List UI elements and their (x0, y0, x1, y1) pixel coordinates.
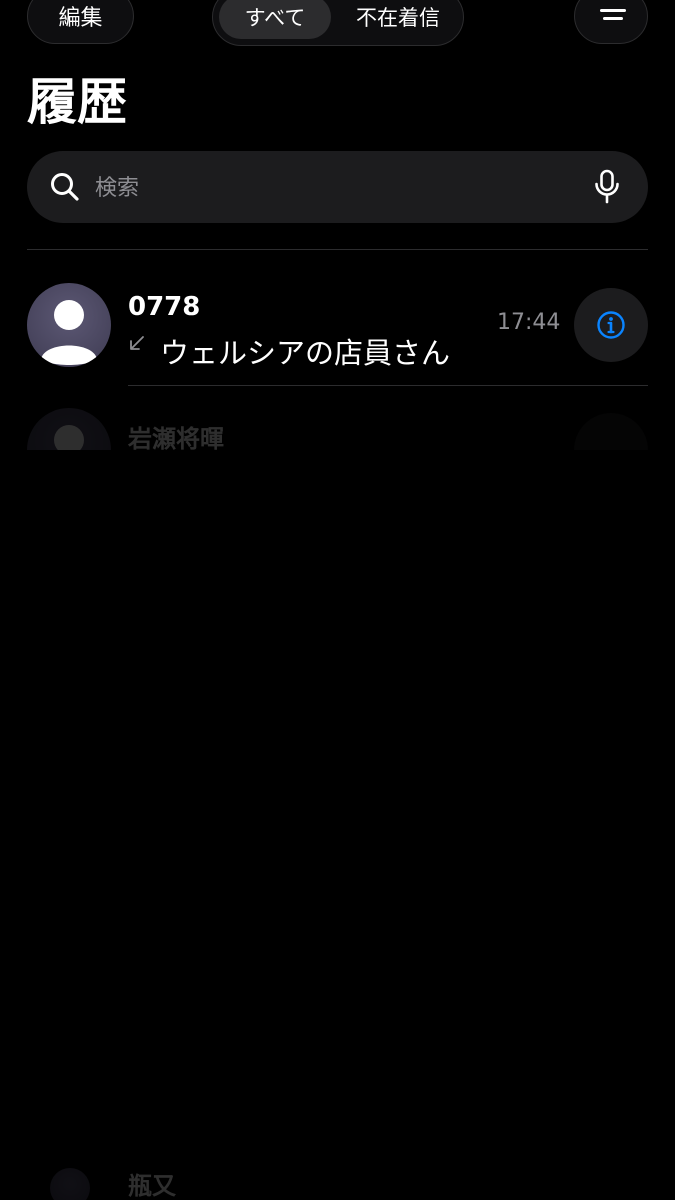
search-bar[interactable] (27, 151, 648, 223)
call-row[interactable]: 瓶又 (0, 1162, 675, 1200)
call-row[interactable]: 0778 ウェルシアの店員さん 17:44 (0, 270, 675, 386)
filter-all-label: すべて (244, 6, 306, 30)
magnifier-icon (51, 173, 79, 201)
filter-missed-label: 不在着信 (356, 6, 440, 30)
call-filter-segmented-control: すべて 不在着信 (212, 0, 464, 46)
top-bar: 編集 すべて 不在着信 (0, 0, 675, 46)
call-time: 17:44 (497, 310, 561, 335)
incoming-arrow-icon (130, 336, 144, 350)
filter-missed-segment[interactable]: 不在着信 (339, 0, 457, 39)
info-button[interactable] (574, 413, 648, 450)
info-button[interactable] (574, 288, 648, 362)
avatar (27, 408, 111, 450)
filter-menu-button[interactable] (574, 0, 648, 44)
call-row[interactable]: 岩瀬将暉 (0, 395, 675, 450)
person-silhouette-icon (54, 425, 84, 450)
info-circle-icon (597, 311, 625, 339)
list-top-divider (27, 249, 648, 250)
row-divider (128, 385, 648, 386)
filter-all-segment[interactable]: すべて (219, 0, 331, 39)
caller-name: 岩瀬将暉 (128, 425, 224, 450)
microphone-icon[interactable] (593, 169, 621, 205)
person-silhouette-icon (41, 300, 97, 365)
avatar (50, 1168, 90, 1200)
search-input[interactable] (93, 167, 577, 209)
edit-button-label: 編集 (58, 6, 103, 31)
caller-name: 瓶又 (128, 1172, 176, 1200)
edit-button[interactable]: 編集 (27, 0, 134, 44)
call-label: ウェルシアの店員さん (160, 336, 451, 370)
avatar (27, 283, 111, 367)
caller-name: 0778 (128, 292, 201, 322)
page-title: 履歴 (27, 73, 127, 131)
